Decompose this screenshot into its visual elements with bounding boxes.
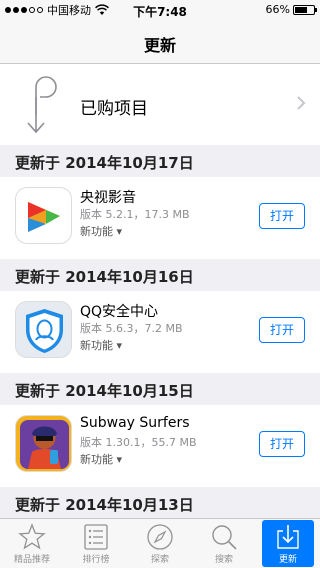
- section-date: 更新于 2014年10月13日: [15, 496, 194, 514]
- section-date: 更新于 2014年10月16日: [15, 268, 194, 286]
- tab-explore[interactable]: 探索: [128, 519, 192, 568]
- tab-featured[interactable]: 精品推荐: [0, 519, 64, 568]
- app-version: 版本 5.2.1，17.3 MB: [80, 208, 190, 221]
- tab-updates[interactable]: 更新: [256, 519, 320, 568]
- tab-search[interactable]: 搜索: [192, 519, 256, 568]
- page-title: 更新: [143, 36, 176, 55]
- open-button[interactable]: 打开: [259, 317, 305, 343]
- app-name: 央视影音: [80, 190, 136, 206]
- qq-security-icon[interactable]: [15, 301, 72, 358]
- tab-label: 探索: [150, 555, 169, 565]
- nav-bar: 更新: [0, 20, 320, 64]
- app-name: QQ安全中心: [80, 304, 159, 320]
- app-row-qq-security[interactable]: QQ安全中心 版本 5.6.3，7.2 MB 新功能 ▾ 打开: [0, 291, 320, 373]
- purchased-label: 已购项目: [80, 99, 148, 119]
- section-header: 更新于 2014年10月16日: [0, 259, 320, 291]
- battery-percent: 66%: [265, 3, 290, 16]
- app-row-cctv[interactable]: 央视影音 版本 5.2.1，17.3 MB 新功能 ▾ 打开: [0, 177, 320, 259]
- updates-icon: [277, 525, 299, 549]
- whats-new-toggle[interactable]: 新功能 ▾: [80, 223, 122, 239]
- chevron-right-icon: [297, 96, 306, 110]
- purchased-row[interactable]: 已购项目: [0, 65, 320, 145]
- star-icon: [18, 523, 46, 550]
- tab-label: 排行榜: [82, 555, 110, 565]
- whats-new-toggle[interactable]: 新功能 ▾: [80, 451, 122, 467]
- tab-top-charts[interactable]: 排行榜: [64, 519, 128, 568]
- section-header: 更新于 2014年10月15日: [0, 373, 320, 405]
- app-row-subway-surfers[interactable]: Subway Surfers 版本 1.30.1，55.7 MB 新功能 ▾ 打…: [0, 405, 320, 487]
- section-header: 更新于 2014年10月17日: [0, 145, 320, 177]
- open-button[interactable]: 打开: [259, 203, 305, 229]
- battery-icon: [293, 4, 317, 15]
- whats-new-toggle[interactable]: 新功能 ▾: [80, 337, 122, 353]
- section-date: 更新于 2014年10月15日: [15, 382, 194, 400]
- tab-label: 精品推荐: [13, 555, 50, 565]
- app-version: 版本 5.6.3，7.2 MB: [80, 322, 183, 335]
- open-button[interactable]: 打开: [259, 431, 305, 457]
- search-icon: [212, 525, 237, 550]
- status-bar: 中国移动 下午7:48 66%: [0, 0, 320, 20]
- tab-label: 更新: [278, 555, 297, 565]
- app-name: Subway Surfers: [80, 415, 190, 431]
- cctv-icon[interactable]: [15, 187, 72, 244]
- compass-icon: [147, 524, 173, 550]
- purchased-icon: [27, 76, 57, 134]
- tab-bar: 精品推荐 排行榜 探索 搜索 更新: [0, 518, 320, 568]
- section-header: 更新于 2014年10月13日: [0, 487, 320, 519]
- subway-surfers-icon[interactable]: [15, 415, 72, 472]
- list-icon: [84, 524, 108, 550]
- app-version: 版本 1.30.1，55.7 MB: [80, 436, 197, 449]
- status-right: 66%: [265, 3, 317, 16]
- tab-label: 搜索: [214, 555, 233, 565]
- section-date: 更新于 2014年10月17日: [15, 154, 194, 172]
